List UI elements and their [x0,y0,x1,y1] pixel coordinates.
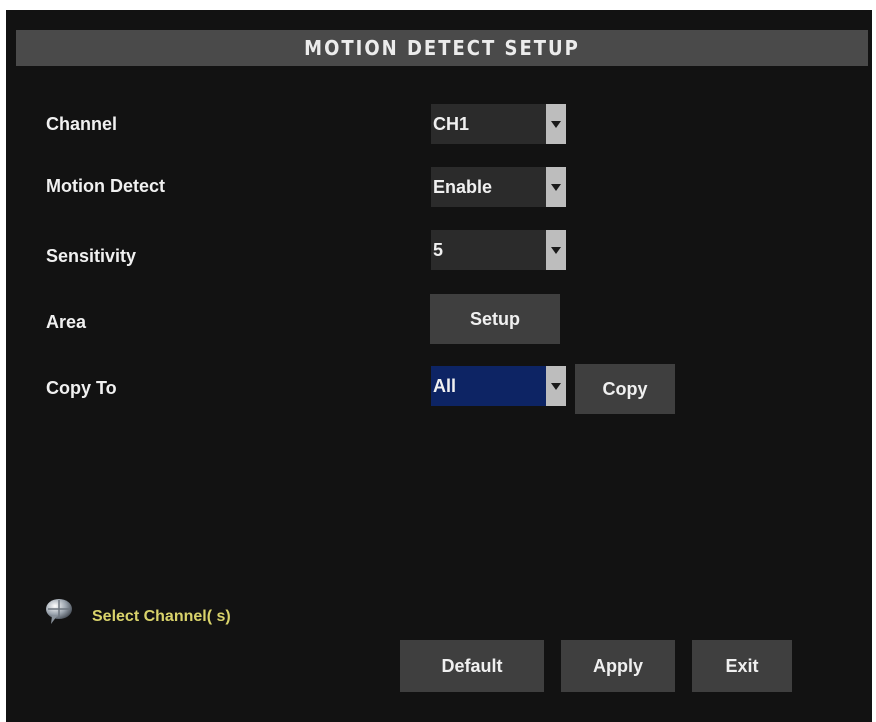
default-button[interactable]: Default [400,640,544,692]
apply-button[interactable]: Apply [561,640,675,692]
top-strip [0,0,876,10]
channel-label: Channel [46,114,118,134]
page-title: MOTION DETECT SETUP [16,30,868,66]
chevron-down-icon[interactable] [546,230,566,270]
info-icon [46,599,72,624]
exit-button[interactable]: Exit [692,640,792,692]
area-label: Area [46,312,87,332]
chevron-down-icon[interactable] [546,104,566,144]
channel-select[interactable]: CH1 [431,104,566,144]
sensitivity-select[interactable]: 5 [431,230,566,270]
hint-text: Select Channel( s) [92,608,231,625]
copy-to-label: Copy To [46,378,117,398]
copy-to-select[interactable]: All [431,366,566,406]
copy-button[interactable]: Copy [575,364,675,414]
sensitivity-label: Sensitivity [46,246,137,266]
dvr-screen: MOTION DETECT SETUP Channel CH1 Motion D… [6,10,872,722]
channel-value: CH1 [433,113,470,134]
chevron-down-icon[interactable] [546,366,566,406]
chevron-down-icon[interactable] [546,167,566,207]
sensitivity-value: 5 [433,239,444,260]
area-setup-button[interactable]: Setup [430,294,560,344]
motion-detect-label: Motion Detect [46,176,165,196]
copy-to-value: All [431,366,546,406]
motion-detect-value: Enable [433,176,493,197]
motion-detect-select[interactable]: Enable [431,167,566,207]
